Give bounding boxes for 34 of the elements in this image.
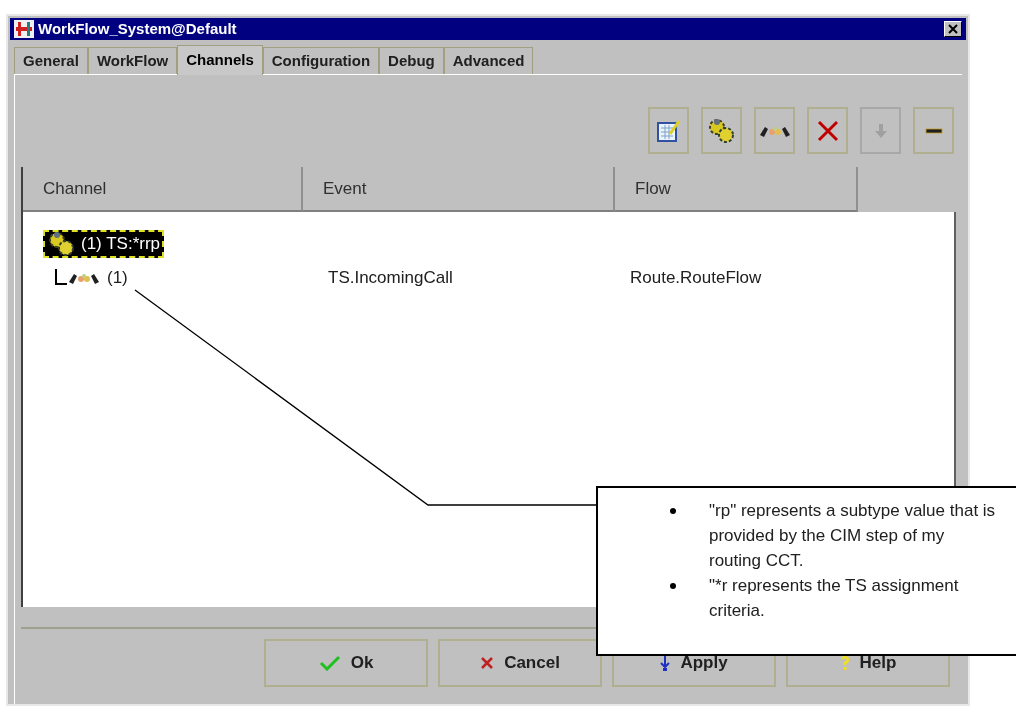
tree-node[interactable]: (1) TS:*rrp (43, 230, 165, 258)
toolbar-button[interactable] (701, 107, 742, 154)
toolbar-button[interactable] (913, 107, 954, 154)
close-button[interactable] (944, 21, 962, 37)
check-icon (318, 655, 341, 671)
tab[interactable]: Debug (379, 47, 444, 74)
toolbar-button[interactable] (754, 107, 795, 154)
tab[interactable]: WorkFlow (87, 47, 178, 74)
window-title: WorkFlow_System@Default (38, 18, 238, 39)
flow-cell-text: Route.RouteFlow (629, 267, 762, 290)
tree-line-icon (55, 269, 67, 287)
bullet-icon (670, 583, 676, 589)
down-arrow-icon (873, 122, 888, 139)
tree-node[interactable]: (1) (67, 265, 128, 291)
tab[interactable]: General (14, 47, 88, 74)
close-icon (480, 656, 495, 670)
note-text: "*r represents the TS assignment criteria. (709, 575, 960, 622)
minus-icon (924, 127, 943, 134)
event-cell-text: TS.IncomingCall (327, 267, 454, 290)
close-icon (948, 24, 958, 34)
dialog-button[interactable]: Ok (264, 639, 428, 687)
tab[interactable]: Configuration (262, 47, 380, 74)
dialog-button[interactable]: Cancel (438, 639, 602, 687)
tab[interactable]: Channels (177, 45, 263, 75)
down-arrow-icon (660, 655, 671, 671)
note-text: "rp" represents a subtype value that is provided by the CIM step of my routing CCT. (709, 500, 997, 572)
tab[interactable]: Advanced (443, 47, 534, 74)
question-mark-icon (839, 655, 850, 671)
bullet-icon (670, 508, 676, 514)
gears-icon (706, 116, 737, 145)
app-icon (14, 20, 34, 38)
delete-icon (815, 118, 840, 143)
toolbar-button[interactable] (648, 107, 689, 154)
gears-icon (47, 230, 77, 258)
